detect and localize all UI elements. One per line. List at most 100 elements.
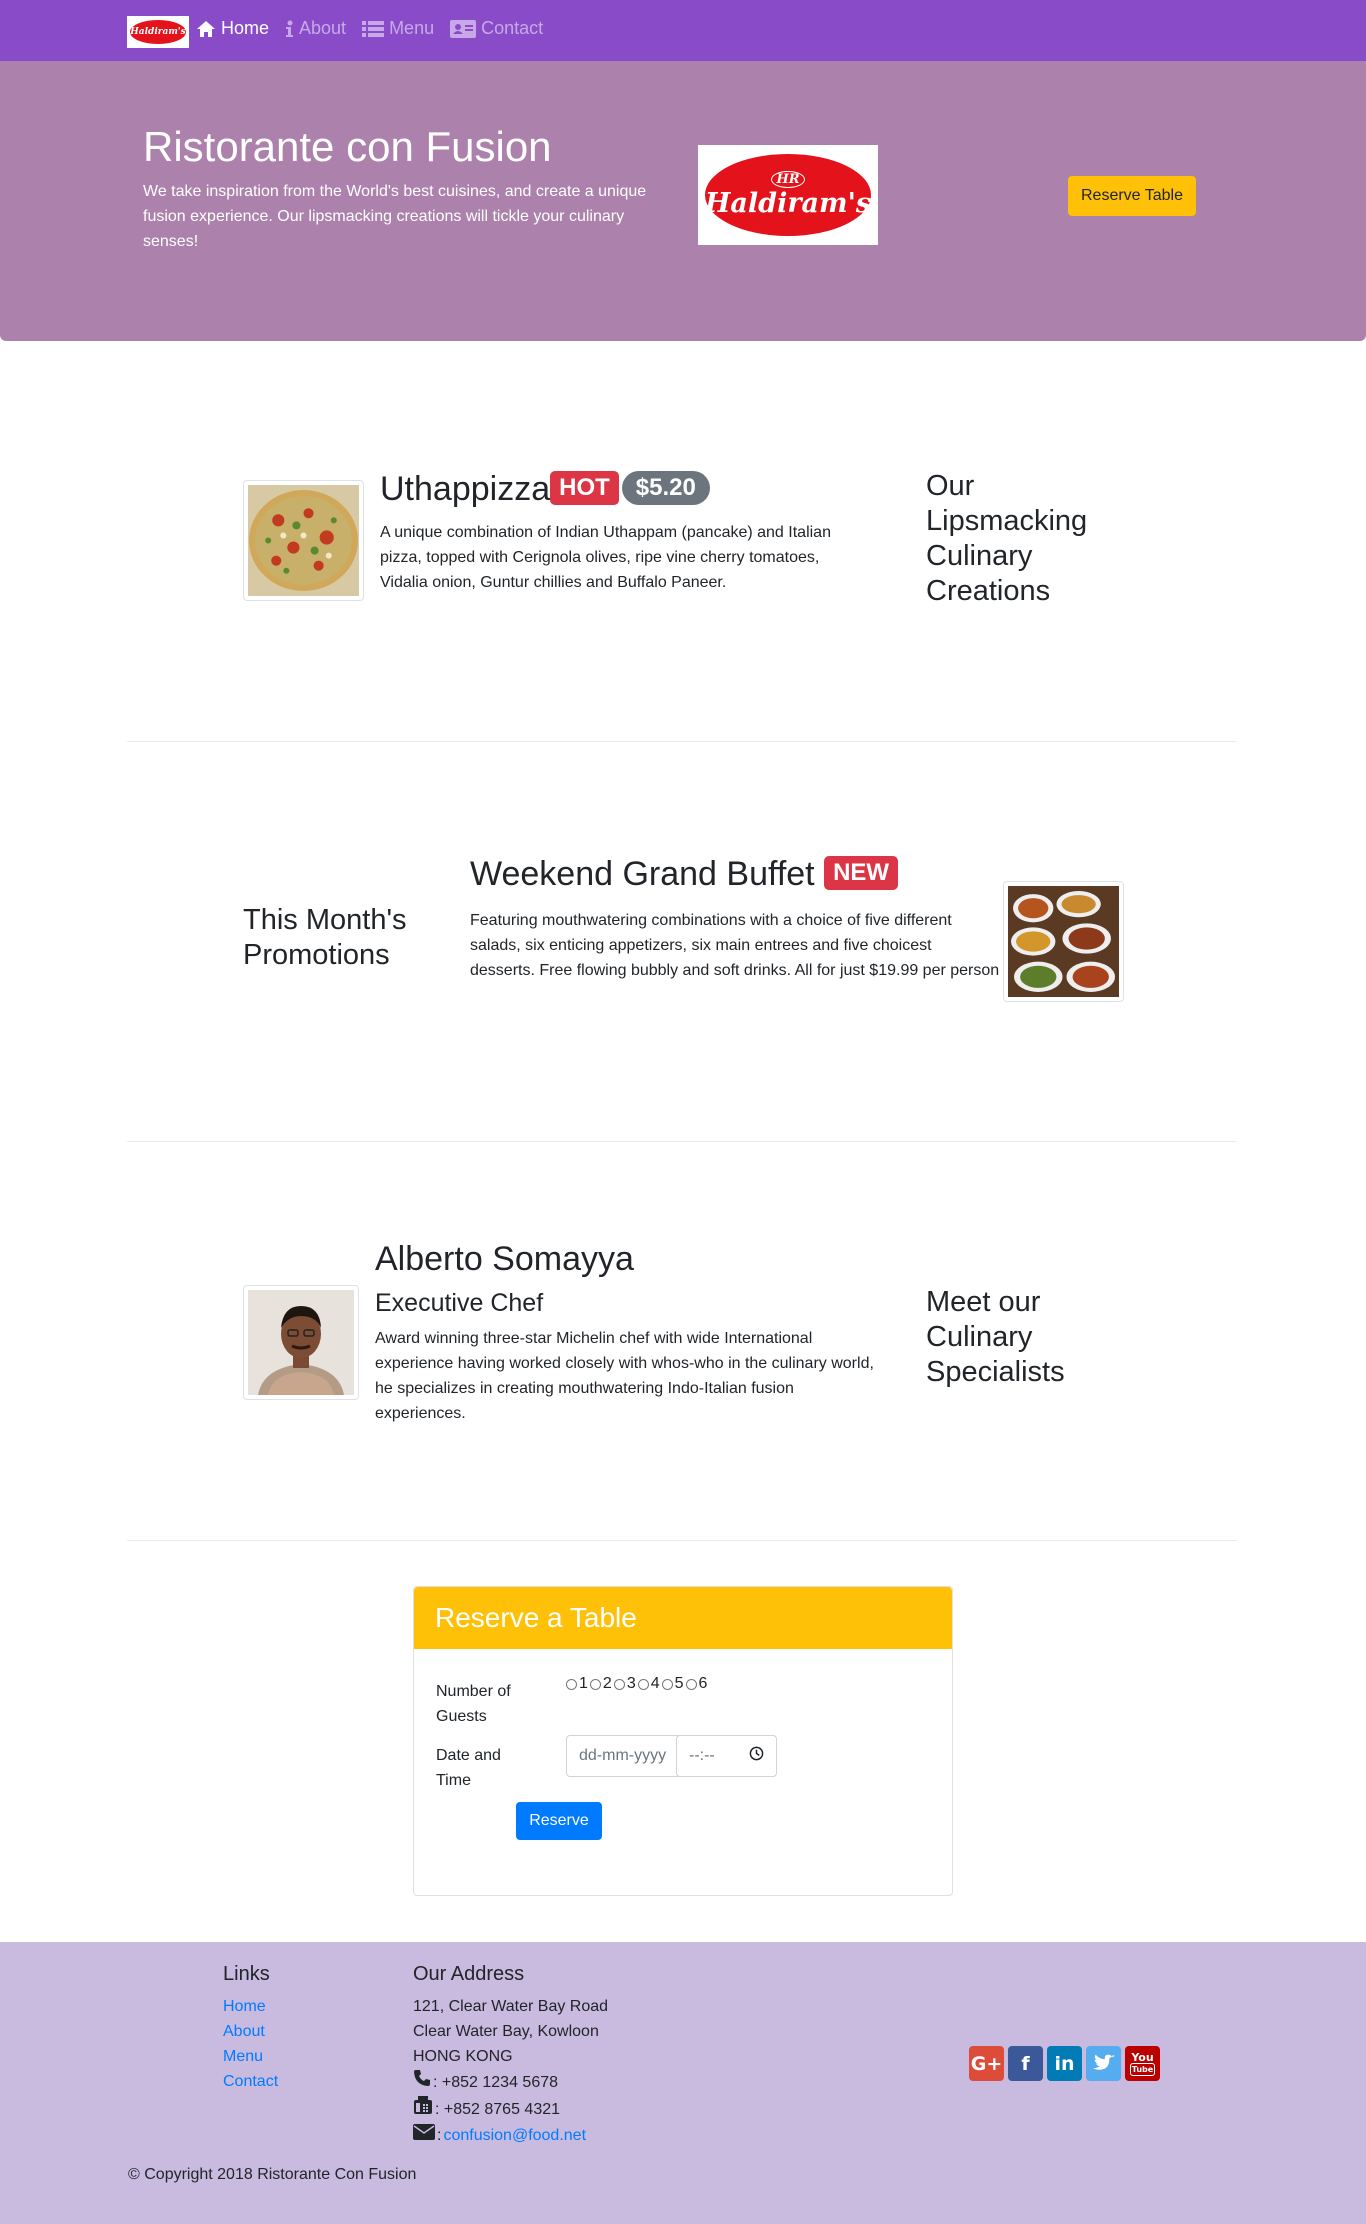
address-card-icon	[450, 19, 477, 38]
dish-section-title: Our Lipsmacking Culinary Creations	[926, 470, 1088, 607]
time-placeholder: --:--	[689, 1747, 715, 1764]
promotion-name: Weekend Grand Buffet	[470, 855, 815, 893]
dish-image	[243, 480, 364, 601]
promotion-section-title: This Month's Promotions	[243, 904, 407, 971]
email-link[interactable]: confusion@food.net	[443, 2123, 586, 2148]
envelope-icon	[413, 2123, 435, 2148]
nav-menu: Home About Menu Contact	[196, 18, 543, 39]
radio-label: 6	[698, 1675, 708, 1692]
logo-oval: HR Haldiram's	[705, 154, 871, 236]
fax-number: : +852 8765 4321	[435, 2100, 561, 2118]
radio-label: 2	[602, 1675, 612, 1692]
pizza-image	[248, 485, 359, 596]
promotion-image	[1003, 881, 1124, 1002]
youtube-label: You	[1131, 2050, 1154, 2064]
guest-option-4[interactable]: 4	[637, 1675, 660, 1693]
hot-badge: HOT	[550, 471, 619, 506]
logo-text: Haldiram's	[704, 188, 872, 219]
restaurant-title: Ristorante con Fusion	[143, 123, 552, 170]
guest-option-2[interactable]: 2	[589, 1675, 612, 1693]
restaurant-logo: HR Haldiram's	[698, 145, 878, 245]
navbar: Haldiram's Home About Menu Contact	[0, 0, 1366, 61]
dish-heading: Uthappizza HOT $5.20	[380, 470, 710, 509]
address-line: Clear Water Bay, Kowloon	[413, 2023, 599, 2040]
facebook-icon[interactable]: f	[1008, 2046, 1043, 2081]
footer-link-home[interactable]: Home	[223, 1998, 266, 2015]
nav-item-home[interactable]: Home	[196, 18, 269, 39]
guests-label: Number of Guests	[436, 1683, 511, 1725]
nav-item-menu[interactable]: Menu	[362, 18, 434, 39]
radio-button[interactable]	[589, 1678, 601, 1690]
twitter-icon[interactable]	[1086, 2046, 1121, 2081]
dish-description: A unique combination of Indian Uthappam …	[380, 524, 831, 591]
phone-row: : +852 1234 5678	[413, 2069, 608, 2095]
youtube-tube: Tube	[1129, 2062, 1156, 2076]
info-icon	[285, 20, 294, 38]
clock-icon[interactable]	[749, 1746, 764, 1766]
datetime-label: Date and Time	[436, 1747, 501, 1789]
section-divider	[127, 741, 1237, 742]
address-line: 121, Clear Water Bay Road	[413, 1998, 609, 2015]
footer-link-about[interactable]: About	[223, 2023, 265, 2040]
guest-option-1[interactable]: 1	[566, 1675, 588, 1693]
leader-name: Alberto Somayya	[375, 1240, 634, 1278]
promotion-description: Featuring mouthwatering combinations wit…	[470, 912, 1000, 979]
fax-row: : +852 8765 4321	[413, 2095, 608, 2123]
radio-button[interactable]	[613, 1678, 625, 1690]
brand-logo[interactable]: Haldiram's	[127, 16, 189, 48]
footer-address: 121, Clear Water Bay Road Clear Water Ba…	[413, 1994, 608, 2148]
leader-description: Award winning three-star Michelin chef w…	[375, 1330, 874, 1422]
footer-link-contact[interactable]: Contact	[223, 2073, 278, 2090]
radio-button[interactable]	[566, 1678, 577, 1690]
email-row: : confusion@food.net	[413, 2123, 608, 2148]
logo-monogram: HR	[771, 171, 805, 188]
radio-label: 4	[650, 1675, 660, 1692]
date-placeholder: dd-mm-yyyy	[579, 1747, 667, 1764]
leader-designation: Executive Chef	[375, 1289, 544, 1317]
fax-icon	[413, 2095, 433, 2123]
guest-option-3[interactable]: 3	[613, 1675, 636, 1693]
radio-button[interactable]	[637, 1678, 649, 1690]
youtube-icon[interactable]: You Tube	[1125, 2046, 1160, 2081]
radio-label: 3	[626, 1675, 636, 1692]
list-icon	[362, 20, 385, 37]
google-plus-icon[interactable]: G+	[969, 2046, 1004, 2081]
reserve-submit-button[interactable]: Reserve	[516, 1802, 602, 1840]
nav-item-about[interactable]: About	[285, 18, 346, 39]
radio-label: 5	[674, 1675, 684, 1692]
buffet-image	[1008, 886, 1119, 997]
radio-button[interactable]	[661, 1678, 673, 1690]
chef-photo-image	[248, 1290, 354, 1395]
radio-label: 1	[579, 1675, 588, 1692]
copyright: © Copyright 2018 Ristorante Con Fusion	[128, 2166, 417, 2183]
brand-logo-text: Haldiram's	[130, 20, 186, 44]
home-icon	[196, 20, 216, 38]
leader-section-title: Meet our Culinary Specialists	[926, 1286, 1065, 1388]
guest-option-6[interactable]: 6	[685, 1675, 708, 1693]
reserve-table-button[interactable]: Reserve Table	[1068, 176, 1196, 216]
dish-name: Uthappizza	[380, 470, 551, 508]
leader-photo	[243, 1285, 359, 1400]
nav-item-label: Menu	[389, 18, 435, 38]
nav-item-label: Contact	[481, 18, 544, 38]
footer-link-menu[interactable]: Menu	[223, 2048, 263, 2065]
reservation-card: Reserve a Table Number of Guests 1 2 3 4…	[413, 1586, 953, 1896]
email-prefix: :	[437, 2127, 442, 2144]
phone-number: : +852 1234 5678	[433, 2073, 559, 2091]
time-input[interactable]: --:--	[676, 1735, 777, 1777]
nav-item-contact[interactable]: Contact	[450, 18, 543, 39]
nav-item-label: Home	[221, 18, 270, 38]
section-divider	[127, 1540, 1237, 1541]
nav-item-label: About	[299, 18, 347, 38]
footer: Links Home About Menu Contact Our Addres…	[0, 1942, 1366, 2224]
radio-button[interactable]	[685, 1678, 697, 1690]
reservation-card-header: Reserve a Table	[414, 1587, 952, 1649]
linkedin-icon[interactable]: in	[1047, 2046, 1082, 2081]
social-links: G+ f in You Tube	[969, 2046, 1160, 2081]
restaurant-description: We take inspiration from the World's bes…	[143, 183, 647, 250]
promotion-heading: Weekend Grand Buffet NEW	[470, 855, 899, 894]
address-line: HONG KONG	[413, 2048, 513, 2065]
guest-option-5[interactable]: 5	[661, 1675, 684, 1693]
footer-address-title: Our Address	[413, 1963, 525, 1985]
footer-links-list: Home About Menu Contact	[223, 1994, 278, 2094]
